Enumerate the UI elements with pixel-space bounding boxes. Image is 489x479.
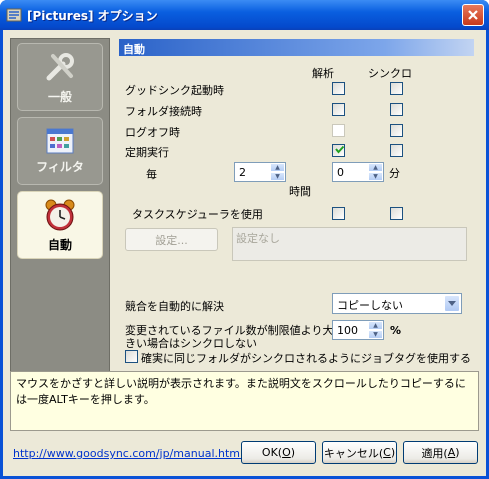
limit-value: 100	[337, 324, 358, 337]
close-icon	[468, 10, 478, 20]
minutes-unit: 分	[389, 167, 400, 180]
dialog-client: 一般 フィルタ 自動 自動 解析 シンクロ グッドシンク起動時 フォルダ接続時 …	[3, 30, 486, 476]
window-title: [Pictures] オプション	[27, 9, 158, 23]
sidebar-item-label: 一般	[47, 89, 72, 104]
tools-icon	[46, 52, 74, 80]
title-bar[interactable]: [Pictures] オプション	[0, 0, 489, 30]
minutes-spinner[interactable]: 0 ▲ ▼	[332, 162, 384, 182]
hours-unit: 時間	[289, 185, 311, 198]
conflict-label: 競合を自動的に解決	[125, 300, 224, 313]
folder-connect-analyze-checkbox[interactable]	[332, 103, 345, 116]
hours-spinner[interactable]: 2 ▲ ▼	[234, 162, 286, 182]
checkmark-icon	[335, 145, 345, 154]
cancel-button-label: キャンセル(	[323, 446, 384, 460]
periodic-sync-checkbox[interactable]	[390, 144, 403, 157]
ok-button-suffix: )	[290, 446, 296, 459]
spin-down-icon[interactable]: ▼	[270, 172, 285, 181]
ok-button[interactable]: OK(O)	[241, 441, 316, 464]
column-header-analyze: 解析	[312, 67, 334, 80]
gsync-start-analyze-checkbox[interactable]	[332, 82, 345, 95]
row-label-folder-connect: フォルダ接続時	[125, 105, 202, 118]
every-label: 毎	[146, 168, 157, 181]
minutes-value: 0	[337, 166, 344, 179]
spin-up-icon[interactable]: ▲	[270, 163, 285, 172]
apply-button-label: 適用(	[421, 446, 448, 460]
app-icon	[6, 8, 22, 22]
limit-label-line2: きい場合はシンクロしない	[125, 337, 257, 350]
description-box: マウスをかざすと詳しい説明が表示されます。また説明文をスクロールしたりコピーする…	[10, 371, 479, 431]
sidebar-item-auto[interactable]: 自動	[17, 191, 103, 259]
settings-textbox: 設定なし	[232, 227, 467, 261]
spin-down-icon[interactable]: ▼	[368, 330, 383, 339]
row-label-logoff: ログオフ時	[125, 126, 180, 139]
options-window: [Pictures] オプション 一般 フィルタ 自動 自動 解析 シンクロ グ…	[0, 0, 489, 479]
conflict-select[interactable]: コピーしない	[332, 293, 462, 314]
filter-grid-icon	[46, 128, 74, 153]
hours-value: 2	[239, 166, 246, 179]
apply-button-key: A	[447, 446, 456, 459]
scheduler-sync-checkbox[interactable]	[390, 207, 403, 220]
chevron-down-icon[interactable]	[444, 295, 460, 312]
folder-connect-sync-checkbox[interactable]	[390, 103, 403, 116]
row-label-scheduler: タスクスケジューラを使用	[132, 208, 263, 221]
limit-unit: %	[390, 324, 402, 337]
limit-spinner[interactable]: 100 ▲ ▼	[332, 320, 384, 340]
jobtag-checkbox[interactable]	[125, 350, 138, 363]
help-link[interactable]: http://www.goodsync.com/jp/manual.html	[13, 447, 243, 460]
sidebar-item-label: 自動	[47, 237, 72, 252]
periodic-analyze-checkbox[interactable]	[332, 144, 345, 157]
gsync-start-sync-checkbox[interactable]	[390, 82, 403, 95]
apply-button[interactable]: 適用(A)	[403, 441, 478, 464]
section-header: 自動	[119, 39, 474, 56]
cancel-button-suffix: )	[390, 446, 396, 459]
sidebar: 一般 フィルタ 自動	[10, 38, 110, 402]
jobtag-label: 確実に同じフォルダがシンクロされるようにジョブタグを使用する	[141, 352, 471, 365]
column-header-sync: シンクロ	[368, 67, 412, 80]
spin-down-icon[interactable]: ▼	[368, 172, 383, 181]
cancel-button-key: C	[383, 446, 391, 459]
scheduler-analyze-checkbox[interactable]	[332, 207, 345, 220]
ok-button-label: OK(	[261, 446, 283, 459]
logoff-sync-checkbox[interactable]	[390, 124, 403, 137]
row-label-gsync-start: グッドシンク起動時	[125, 84, 224, 97]
conflict-selected-value: コピーしない	[337, 299, 403, 312]
ok-button-key: O	[282, 446, 291, 459]
apply-button-suffix: )	[455, 446, 460, 459]
spin-up-icon[interactable]: ▲	[368, 163, 383, 172]
sidebar-item-filter[interactable]: フィルタ	[17, 117, 103, 185]
sidebar-item-general[interactable]: 一般	[17, 43, 103, 111]
spin-up-icon[interactable]: ▲	[368, 321, 383, 330]
sidebar-item-label: フィルタ	[36, 159, 84, 174]
settings-button[interactable]: 設定...	[125, 228, 218, 251]
alarm-clock-icon	[45, 199, 75, 230]
cancel-button[interactable]: キャンセル(C)	[322, 441, 397, 464]
close-button[interactable]	[462, 4, 484, 26]
logoff-analyze-checkbox[interactable]	[332, 124, 345, 137]
row-label-periodic: 定期実行	[125, 146, 169, 159]
